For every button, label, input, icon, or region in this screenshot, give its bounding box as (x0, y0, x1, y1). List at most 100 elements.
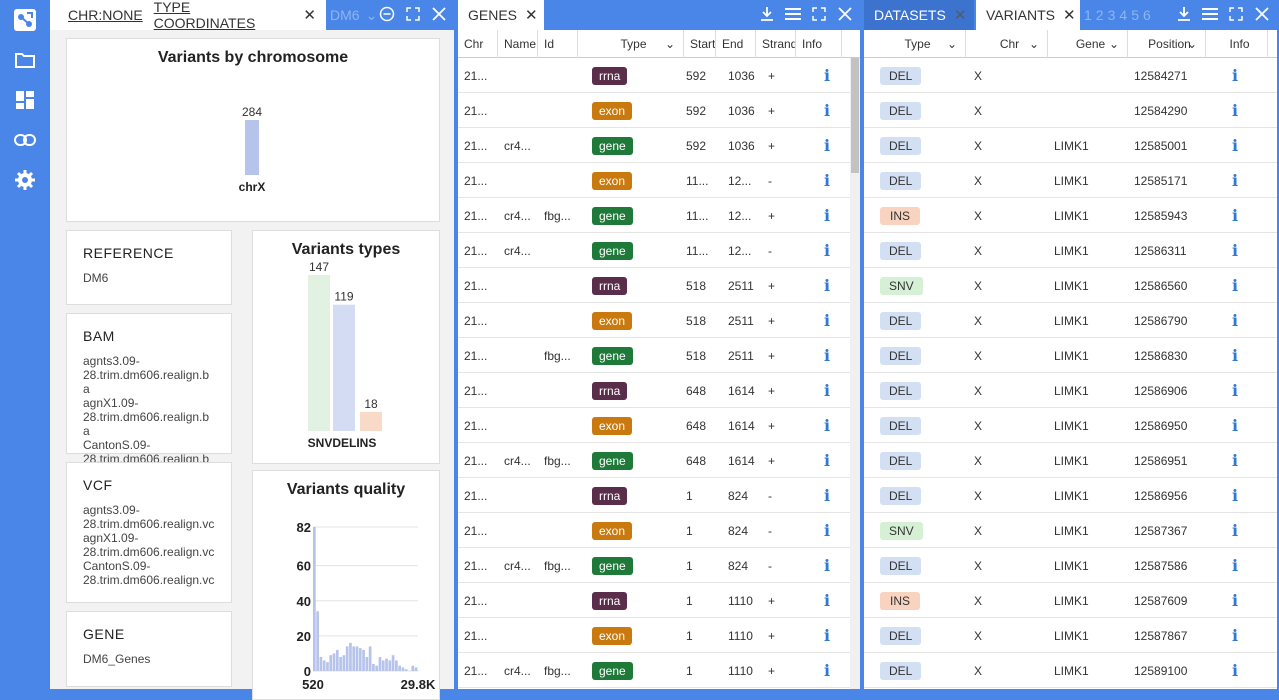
table-row[interactable]: DEL X LIMK1 12586311 i (864, 233, 1277, 268)
table-row[interactable]: 21... cr4... fbg... gene 648 1614 + i (458, 443, 850, 478)
table-row[interactable]: INS X LIMK1 12587609 i (864, 583, 1277, 618)
info-icon[interactable]: i (1232, 591, 1238, 610)
genes-scrollbar[interactable] (850, 58, 860, 689)
info-icon[interactable]: i (1232, 206, 1238, 225)
page-tab-6[interactable]: 6 (1143, 7, 1151, 23)
tab-genes[interactable]: GENES ✕ (458, 0, 544, 30)
tab-datasets[interactable]: DATASETS ✕ (864, 0, 974, 30)
info-icon[interactable]: i (824, 101, 830, 120)
info-icon[interactable]: i (824, 451, 830, 470)
table-row[interactable]: SNV X LIMK1 12586560 i (864, 268, 1277, 303)
genes-col-name[interactable]: Name (498, 30, 538, 58)
info-icon[interactable]: i (1232, 241, 1238, 260)
table-row[interactable]: 21... rrna 592 1036 + i (458, 58, 850, 93)
page-tab-1[interactable]: 1 (1084, 7, 1092, 23)
chevron-down-icon[interactable]: ⌄ (947, 37, 957, 51)
table-row[interactable]: 21... rrna 1 1110 + i (458, 583, 850, 618)
maximize-icon[interactable] (1227, 5, 1245, 23)
info-icon[interactable]: i (1232, 311, 1238, 330)
dashboard-icon[interactable] (13, 88, 37, 112)
variants-col-position[interactable]: Position ⌄ (1128, 30, 1206, 58)
chevron-down-icon[interactable]: ⌄ (366, 7, 378, 24)
info-icon[interactable]: i (824, 416, 830, 435)
genes-col-chr[interactable]: Chr (458, 30, 498, 58)
table-row[interactable]: DEL X LIMK1 12586830 i (864, 338, 1277, 373)
table-row[interactable]: 21... rrna 518 2511 + i (458, 268, 850, 303)
table-row[interactable]: DEL X LIMK1 12587586 i (864, 548, 1277, 583)
info-icon[interactable]: i (1232, 486, 1238, 505)
close-panel-icon[interactable] (1253, 5, 1271, 23)
table-row[interactable]: DEL X 12584290 i (864, 93, 1277, 128)
type-coordinates-link[interactable]: TYPE COORDINATES (154, 0, 296, 31)
table-row[interactable]: 21... exon 518 2511 + i (458, 303, 850, 338)
chevron-down-icon[interactable]: ⌄ (665, 37, 675, 51)
info-icon[interactable]: i (824, 311, 830, 330)
tab-chr-coordinates[interactable]: CHR:NONE TYPE COORDINATES ✕ (50, 0, 326, 31)
table-row[interactable]: 21... cr4... gene 592 1036 + i (458, 128, 850, 163)
table-row[interactable]: 21... fbg... gene 518 2511 + i (458, 338, 850, 373)
close-icon[interactable]: ✕ (303, 6, 316, 24)
table-row[interactable]: 21... exon 592 1036 + i (458, 93, 850, 128)
table-row[interactable]: 21... exon 1 824 - i (458, 513, 850, 548)
table-row[interactable]: DEL X LIMK1 12586951 i (864, 443, 1277, 478)
maximize-icon[interactable] (404, 5, 422, 23)
folder-icon[interactable] (13, 48, 37, 72)
table-row[interactable]: DEL X LIMK1 12586956 i (864, 478, 1277, 513)
table-row[interactable]: SNV X LIMK1 12587367 i (864, 513, 1277, 548)
close-panel-icon[interactable] (430, 5, 448, 23)
info-icon[interactable]: i (824, 66, 830, 85)
genes-col-start[interactable]: Start (684, 30, 716, 58)
table-row[interactable]: 21... rrna 648 1614 + i (458, 373, 850, 408)
variants-col-info[interactable]: Info (1206, 30, 1268, 58)
table-row[interactable]: 21... cr4... gene 11... 12... - i (458, 233, 850, 268)
variants-col-gene[interactable]: Gene ⌄ (1048, 30, 1128, 58)
genes-scroll-thumb[interactable] (851, 58, 859, 173)
info-icon[interactable]: i (1232, 661, 1238, 680)
info-icon[interactable]: i (1232, 556, 1238, 575)
info-icon[interactable]: i (1232, 136, 1238, 155)
table-row[interactable]: DEL X LIMK1 12585171 i (864, 163, 1277, 198)
info-icon[interactable]: i (824, 381, 830, 400)
table-row[interactable]: 21... exon 648 1614 + i (458, 408, 850, 443)
chr-filter-link[interactable]: CHR:NONE (68, 7, 143, 23)
info-icon[interactable]: i (824, 171, 830, 190)
table-row[interactable]: 21... exon 11... 12... - i (458, 163, 850, 198)
table-row[interactable]: DEL X LIMK1 12586950 i (864, 408, 1277, 443)
chevron-down-icon[interactable]: ⌄ (1029, 37, 1039, 51)
table-row[interactable]: DEL X LIMK1 12587867 i (864, 618, 1277, 653)
table-row[interactable]: 21... cr4... fbg... gene 1 1110 + i (458, 653, 850, 688)
info-icon[interactable]: i (824, 241, 830, 260)
close-icon[interactable]: ✕ (525, 6, 538, 24)
variants-col-type[interactable]: Type ⌄ (864, 30, 966, 58)
table-row[interactable]: 21... cr4... fbg... gene 11... 12... + i (458, 198, 850, 233)
info-icon[interactable]: i (1232, 346, 1238, 365)
info-icon[interactable]: i (1232, 171, 1238, 190)
info-icon[interactable]: i (824, 346, 830, 365)
table-row[interactable]: DEL X LIMK1 12589100 i (864, 653, 1277, 688)
info-icon[interactable]: i (824, 136, 830, 155)
info-icon[interactable]: i (1232, 66, 1238, 85)
info-icon[interactable]: i (824, 486, 830, 505)
genes-col-end[interactable]: End (716, 30, 756, 58)
close-panel-icon[interactable] (836, 5, 854, 23)
info-icon[interactable]: i (824, 521, 830, 540)
table-row[interactable]: DEL X 12584271 i (864, 58, 1277, 93)
genes-col-info[interactable]: Info (796, 30, 842, 58)
menu-icon[interactable] (784, 5, 802, 23)
close-icon[interactable]: ✕ (1063, 6, 1076, 24)
minimize-icon[interactable] (378, 5, 396, 23)
info-icon[interactable]: i (1232, 101, 1238, 120)
info-icon[interactable]: i (824, 206, 830, 225)
info-icon[interactable]: i (824, 556, 830, 575)
page-tab-4[interactable]: 4 (1119, 7, 1127, 23)
info-icon[interactable]: i (1232, 521, 1238, 540)
download-icon[interactable] (758, 5, 776, 23)
page-tab-5[interactable]: 5 (1131, 7, 1139, 23)
info-icon[interactable]: i (1232, 276, 1238, 295)
info-icon[interactable]: i (824, 661, 830, 680)
page-tab-2[interactable]: 2 (1096, 7, 1104, 23)
maximize-icon[interactable] (810, 5, 828, 23)
info-icon[interactable]: i (1232, 626, 1238, 645)
table-row[interactable]: 21... rrna 1 824 - i (458, 478, 850, 513)
gear-icon[interactable] (13, 168, 37, 192)
